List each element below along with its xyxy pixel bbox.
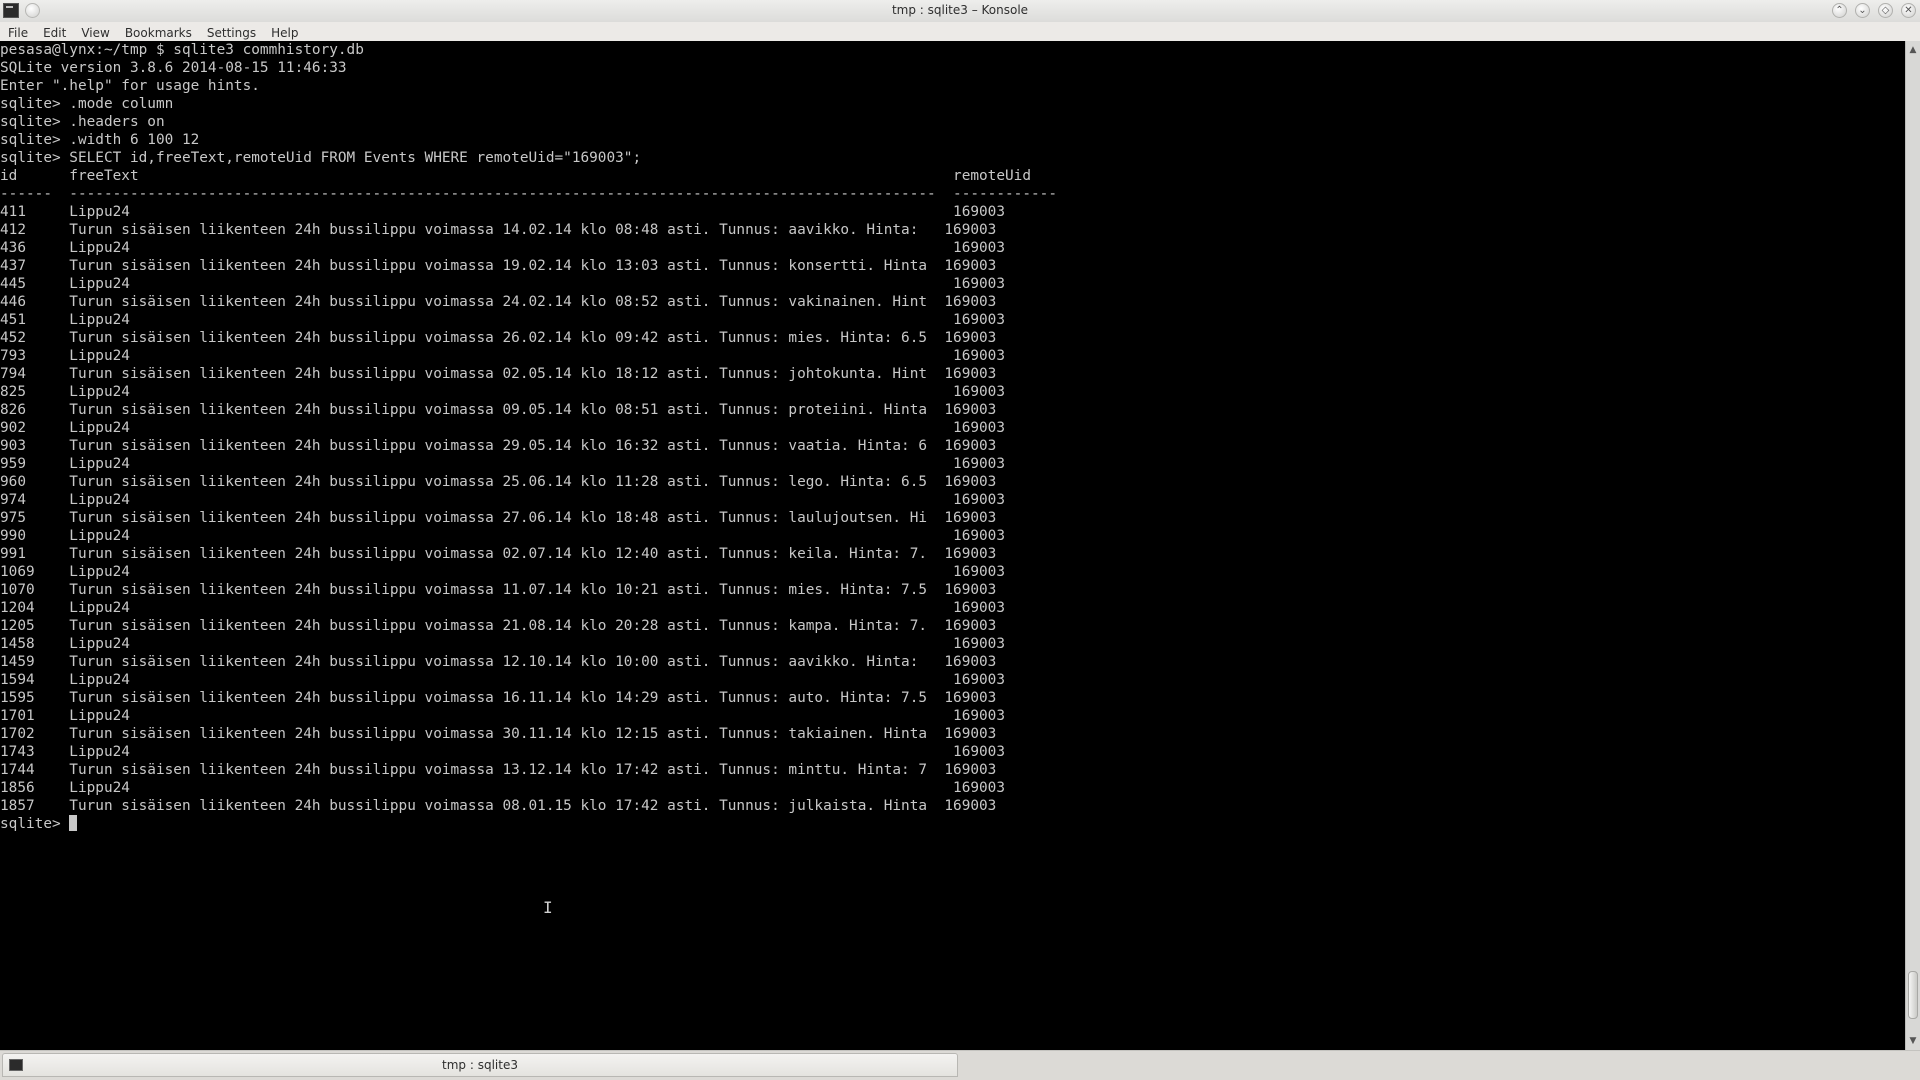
konsole-window: tmp : sqlite3 – Konsole ⌃ ⌄ ◇ ✕ File Edit… [0,0,1920,1080]
terminal-prompt-line[interactable]: sqlite> [0,815,1905,833]
tab-label: tmp : sqlite3 [442,1058,518,1072]
terminal-line: 1069 Lippu24 169003 [0,564,1006,580]
terminal-line: SQLite version 3.8.6 2014-08-15 11:46:33 [0,60,347,76]
terminal-line: 990 Lippu24 169003 [0,528,1006,544]
terminal-line: 1744 Turun sisäisen liikenteen 24h bussi… [0,762,997,778]
scrollbar-thumb[interactable] [1908,971,1918,1019]
terminal-line: 825 Lippu24 169003 [0,384,1006,400]
terminal-line: 1857 Turun sisäisen liikenteen 24h bussi… [0,798,997,814]
terminal-line: 1070 Turun sisäisen liikenteen 24h bussi… [0,582,997,598]
terminal-line: 1702 Turun sisäisen liikenteen 24h bussi… [0,726,997,742]
terminal-line: 826 Turun sisäisen liikenteen 24h bussil… [0,402,997,418]
terminal-line: 1205 Turun sisäisen liikenteen 24h bussi… [0,618,997,634]
terminal-line: 411 Lippu24 169003 [0,204,1006,220]
tab-bar: tmp : sqlite3 [0,1050,1920,1080]
close-button[interactable]: ✕ [1901,3,1916,18]
terminal-line: id freeText remoteUid [0,168,1032,184]
ibeam-cursor-icon: I [543,898,553,917]
terminal-line: 445 Lippu24 169003 [0,276,1006,292]
window-title: tmp : sqlite3 – Konsole [891,3,1029,17]
terminal-line: 1459 Turun sisäisen liikenteen 24h bussi… [0,654,997,670]
terminal-line: sqlite> .width 6 100 12 [0,132,200,148]
terminal-text: pesasa@lynx:~/tmp $ sqlite3 commhistory.… [0,41,1905,815]
terminal-line: 794 Turun sisäisen liikenteen 24h bussil… [0,366,997,382]
terminal-line: sqlite> .headers on [0,114,165,130]
terminal-line: 1856 Lippu24 169003 [0,780,1006,796]
keep-above-button[interactable]: ⌃ [1832,3,1847,18]
terminal-line: sqlite> SELECT id,freeText,remoteUid FRO… [0,150,642,166]
terminal-line: 436 Lippu24 169003 [0,240,1006,256]
terminal-line: 437 Turun sisäisen liikenteen 24h bussil… [0,258,997,274]
terminal-scrollbar[interactable]: ▲ ▼ [1905,41,1920,1050]
terminal-line: 1701 Lippu24 169003 [0,708,1006,724]
terminal-line: 451 Lippu24 169003 [0,312,1006,328]
terminal-line: 446 Turun sisäisen liikenteen 24h bussil… [0,294,997,310]
terminal-output[interactable]: pesasa@lynx:~/tmp $ sqlite3 commhistory.… [0,41,1905,1050]
terminal-line: sqlite> .mode column [0,96,174,112]
minimize-button[interactable]: ⌄ [1855,3,1870,18]
terminal-line: 1458 Lippu24 169003 [0,636,1006,652]
terminal-line: 959 Lippu24 169003 [0,456,1006,472]
terminal-line: 960 Turun sisäisen liikenteen 24h bussil… [0,474,997,490]
scroll-up-arrow-icon[interactable]: ▲ [1906,43,1920,57]
terminal-line: 1204 Lippu24 169003 [0,600,1006,616]
maximize-button[interactable]: ◇ [1878,3,1893,18]
text-cursor [69,815,78,831]
terminal-line: 991 Turun sisäisen liikenteen 24h bussil… [0,546,997,562]
terminal-line: ------ ---------------------------------… [0,186,1057,202]
terminal-line: 1743 Lippu24 169003 [0,744,1006,760]
terminal-line: 1595 Turun sisäisen liikenteen 24h bussi… [0,690,997,706]
terminal-line: Enter ".help" for usage hints. [0,78,260,94]
prompt-text: sqlite> [0,816,70,832]
menu-bar: File Edit View Bookmarks Settings Help [0,22,1920,41]
title-bar[interactable]: tmp : sqlite3 – Konsole ⌃ ⌄ ◇ ✕ [0,0,1920,23]
terminal-line: 903 Turun sisäisen liikenteen 24h bussil… [0,438,997,454]
terminal-line: pesasa@lynx:~/tmp $ sqlite3 commhistory.… [0,42,364,58]
terminal-line: 974 Lippu24 169003 [0,492,1006,508]
terminal-line: 1594 Lippu24 169003 [0,672,1006,688]
scroll-down-arrow-icon[interactable]: ▼ [1906,1034,1920,1048]
terminal-line: 902 Lippu24 169003 [0,420,1006,436]
terminal-line: 412 Turun sisäisen liikenteen 24h bussil… [0,222,997,238]
terminal-line: 975 Turun sisäisen liikenteen 24h bussil… [0,510,997,526]
terminal-line: 793 Lippu24 169003 [0,348,1006,364]
terminal-line: 452 Turun sisäisen liikenteen 24h bussil… [0,330,997,346]
tab-tmp-sqlite3[interactable]: tmp : sqlite3 [2,1053,958,1077]
